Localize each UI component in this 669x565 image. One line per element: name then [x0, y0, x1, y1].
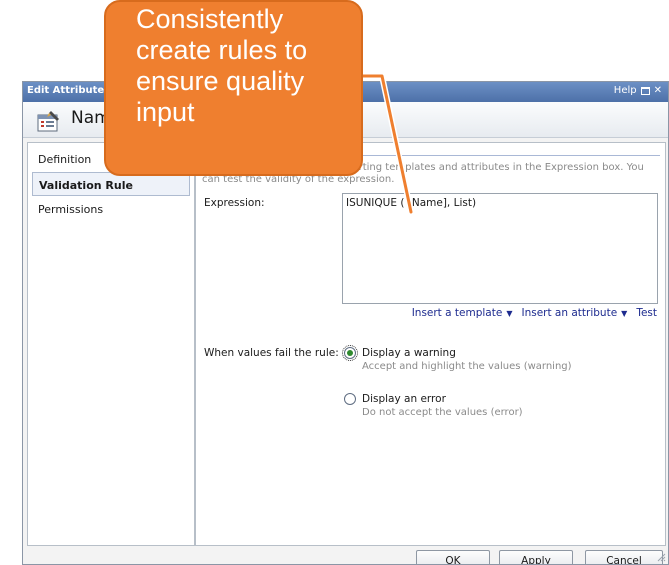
fail-rule-label: When values fail the rule: — [204, 347, 339, 359]
display-warning-radio[interactable] — [342, 345, 358, 361]
callout-box: Consistently create rules to ensure qual… — [104, 0, 363, 176]
expression-textarea[interactable]: ISUNIQUE ( [Name], List) — [342, 193, 658, 304]
callout-line: Consistently — [136, 4, 284, 34]
display-error-radio[interactable] — [344, 393, 356, 405]
insert-attribute-label: Insert an attribute — [521, 307, 618, 319]
window-controls: Help ✕ — [614, 85, 662, 96]
help-link[interactable]: Help — [614, 85, 637, 96]
expression-value: ISUNIQUE ( [Name], List) — [346, 197, 477, 209]
expression-label: Expression: — [204, 197, 265, 209]
cancel-button[interactable]: Cancel — [585, 550, 663, 564]
callout-line: ensure quality — [136, 66, 305, 96]
insert-template-label: Insert a template — [411, 307, 503, 319]
insert-template-link[interactable]: Insert a template ▼ — [412, 307, 513, 319]
display-error-label[interactable]: Display an error — [362, 393, 446, 405]
close-icon[interactable]: ✕ — [654, 85, 662, 96]
expression-links: Insert a template ▼ Insert an attribute ▼ … — [412, 307, 657, 319]
display-error-description: Do not accept the values (error) — [362, 407, 523, 418]
callout-text: Consistently create rules to ensure qual… — [136, 4, 307, 128]
nav-item-permissions[interactable]: Permissions — [32, 197, 190, 221]
caret-down-icon: ▼ — [621, 309, 628, 318]
attribute-edit-icon — [37, 111, 59, 132]
callout-line: input — [136, 97, 195, 127]
display-warning-description: Accept and highlight the values (warning… — [362, 361, 572, 372]
display-warning-label[interactable]: Display a warning — [362, 347, 456, 359]
insert-attribute-link[interactable]: Insert an attribute ▼ — [521, 307, 627, 319]
apply-button[interactable]: Apply — [499, 550, 573, 564]
test-link[interactable]: Test — [636, 307, 657, 319]
ok-button[interactable]: OK — [416, 550, 490, 564]
callout-line: create rules to — [136, 35, 308, 65]
validation-rule-panel: Create a validation rule by inserting te… — [195, 142, 666, 546]
resize-grip-icon[interactable] — [656, 552, 666, 562]
caret-down-icon: ▼ — [506, 309, 513, 318]
nav-panel: Definition Validation Rule Permissions — [27, 142, 195, 546]
maximize-icon[interactable] — [640, 86, 650, 95]
window-title: Edit Attribute — [27, 85, 105, 96]
